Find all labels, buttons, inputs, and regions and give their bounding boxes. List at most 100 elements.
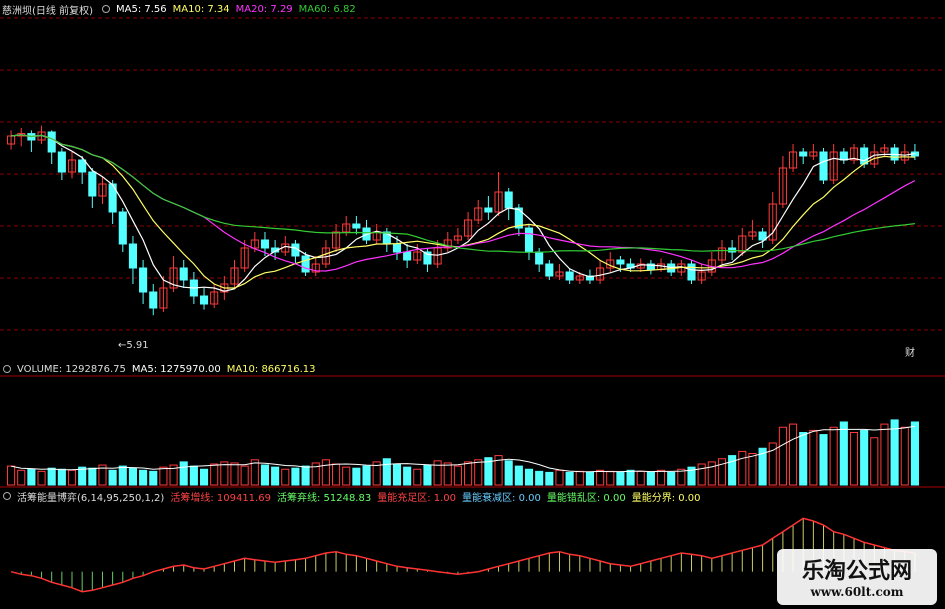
candle-body <box>799 151 808 157</box>
indicator-name: 活筹能量博弈(6,14,95,250,1,2) <box>17 492 165 504</box>
volume-bar <box>47 467 56 486</box>
volume-bar <box>17 469 26 486</box>
volume-bar <box>565 471 574 486</box>
indicator-item-1: 活筹增线: 109411.69 <box>170 492 271 504</box>
volume-bar <box>210 463 219 486</box>
volume-bar <box>128 467 137 486</box>
volume-bar <box>332 463 341 486</box>
volume-bar <box>413 468 422 486</box>
volume-bar <box>829 426 838 486</box>
candle-body <box>403 251 412 261</box>
stock-chart <box>0 17 945 593</box>
volume-bar <box>159 466 168 486</box>
volume-bar <box>199 468 209 486</box>
candle-body <box>301 255 310 273</box>
stock-name: 慈洲坝(日线 前复权) <box>2 5 93 17</box>
candle-body <box>524 227 534 253</box>
indicator-item-4: 量能衰减区: 0.00 <box>462 492 541 504</box>
candle-body <box>484 207 493 213</box>
candle-body <box>118 211 127 245</box>
volume-bar <box>585 471 594 486</box>
volume-bar <box>27 468 36 486</box>
candle-body <box>504 191 513 209</box>
volume-bar <box>849 432 859 486</box>
volume-bar <box>240 465 249 486</box>
volume-bar <box>707 461 716 486</box>
volume-bar <box>342 466 351 486</box>
settings-circle-icon[interactable] <box>101 5 110 13</box>
volume-bar <box>667 471 676 486</box>
candle-body <box>260 239 270 249</box>
volume-bar <box>514 465 523 486</box>
volume-bar <box>423 464 432 486</box>
volume-bar <box>67 469 77 486</box>
candle-body <box>47 131 56 153</box>
candle-body <box>860 147 869 165</box>
volume-bar <box>301 465 310 486</box>
indicator-item-2: 活筹弃线: 51248.83 <box>276 492 372 504</box>
volume-series <box>7 419 919 486</box>
volume-bar <box>555 469 564 486</box>
volume-bar <box>545 471 554 486</box>
volume-bar <box>230 462 239 486</box>
volume-bar <box>57 468 66 486</box>
volume-bar <box>789 423 798 486</box>
candle-body <box>839 151 848 161</box>
volume-bar <box>819 434 828 486</box>
volume-bar <box>900 426 909 486</box>
volume-bar <box>118 465 127 486</box>
candle-body <box>149 291 158 309</box>
indicator-header: 活筹能量博弈(6,14,95,250,1,2) 活筹增线: 109411.69 … <box>0 489 707 504</box>
volume-bar <box>453 465 462 486</box>
volume-bar <box>189 465 198 486</box>
volume-bar <box>809 429 818 486</box>
volume-bar <box>392 463 402 486</box>
indicator-settings-icon[interactable] <box>3 492 11 500</box>
volume-bar <box>433 460 442 486</box>
volume-bar <box>910 421 919 486</box>
candle-body <box>139 267 148 293</box>
volume-bar <box>179 461 188 486</box>
volume-bar <box>616 471 625 486</box>
volume-settings-icon[interactable] <box>3 365 11 373</box>
volume-bar <box>575 470 584 486</box>
volume-bar <box>139 469 148 486</box>
candle-body <box>352 223 361 229</box>
volume-bar <box>535 470 544 486</box>
volume-bar <box>636 470 645 486</box>
price-header: 慈洲坝(日线 前复权) MA5: 7.56 MA10: 7.34 MA20: 7… <box>0 2 362 17</box>
volume-bar <box>606 470 615 486</box>
ma5-label: MA5: 7.56 <box>115 3 167 15</box>
indicator-item-6: 量能分界: 0.00 <box>631 492 701 504</box>
indicator-item-5: 量能错乱区: 0.00 <box>546 492 626 504</box>
volume-bar <box>717 458 727 486</box>
candle-body <box>179 267 188 281</box>
watermark-url: www.60lt.com <box>810 585 904 599</box>
volume-bar <box>260 464 270 486</box>
volume-bar <box>504 460 513 486</box>
volume-bar <box>271 466 280 486</box>
volume-bar <box>108 469 117 486</box>
candlestick-series <box>7 125 919 316</box>
volume-ma10: MA10: 866716.13 <box>226 363 316 375</box>
volume-bar <box>524 468 534 486</box>
watermark-title: 乐淘公式网 <box>801 558 912 584</box>
finance-tag[interactable]: 财 <box>905 348 915 360</box>
volume-bar <box>860 429 869 486</box>
volume-header: VOLUME: 1292876.75 MA5: 1275970.00 MA10:… <box>0 362 322 376</box>
volume-bar <box>626 469 635 486</box>
volume-bar <box>880 423 889 486</box>
volume-bar <box>149 470 158 486</box>
grid-lines <box>0 17 945 488</box>
watermark-logo: 乐淘公式网 www.60lt.com <box>777 549 937 605</box>
volume-bar <box>697 463 706 486</box>
volume-bar <box>839 421 848 486</box>
indicator-item-3: 量能充足区: 1.00 <box>377 492 457 504</box>
volume-bar <box>403 466 412 486</box>
ma20-label: MA20: 7.29 <box>235 3 293 15</box>
volume-bar <box>890 419 899 486</box>
volume-bar <box>596 469 605 486</box>
volume-bar <box>474 459 483 486</box>
volume-bar <box>37 470 46 486</box>
volume-bar <box>443 462 452 486</box>
